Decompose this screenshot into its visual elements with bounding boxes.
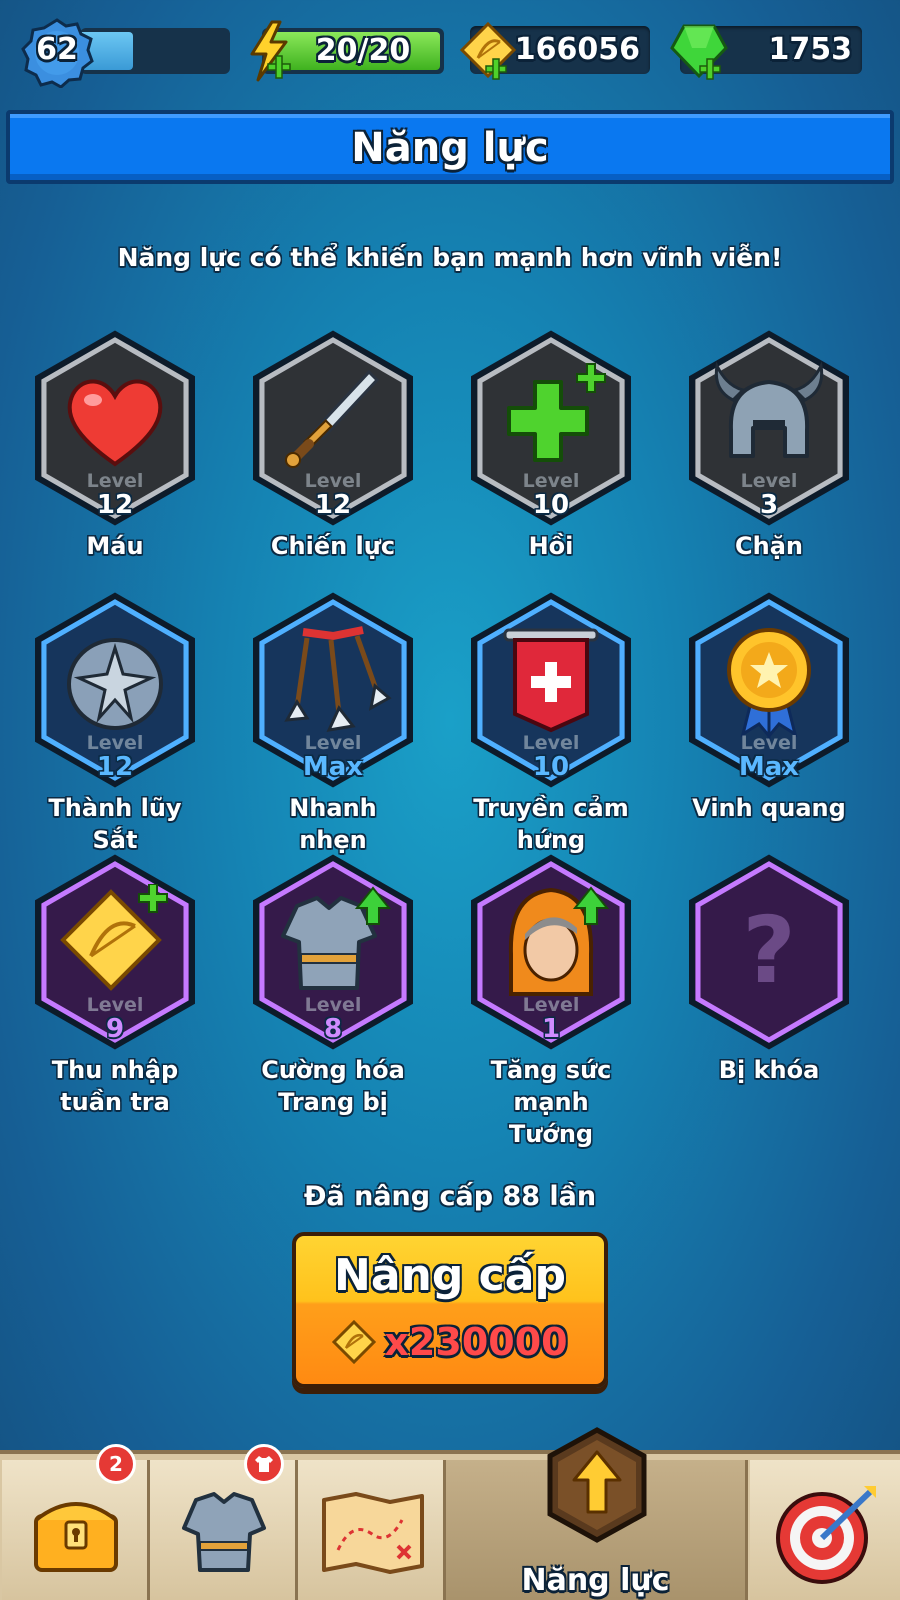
talent-level-value: 12 <box>96 752 134 782</box>
target-arrow-icon <box>776 1486 876 1584</box>
page-header: Năng lực <box>6 110 894 184</box>
talent-name: Hồi <box>528 532 574 560</box>
nav-talents-label: Năng lực <box>521 1563 670 1598</box>
gem-value: 1753 <box>768 32 853 67</box>
talent-level-label: Level <box>522 994 580 1016</box>
spiked-shield-icon <box>67 638 163 730</box>
talent-level-value: 8 <box>323 1014 343 1044</box>
talent-level-label: Level <box>304 732 362 754</box>
upgrade-cost: x230000 <box>296 1320 604 1373</box>
xp-progress-bar <box>80 28 230 74</box>
heart-icon <box>67 379 163 467</box>
gold-bow-coin-plus-icon[interactable] <box>458 20 518 82</box>
up-arrow-icon <box>547 1427 647 1543</box>
talent-level-label: Level <box>86 732 144 754</box>
talent-name: Chặn <box>735 532 803 560</box>
upgrade-button[interactable]: Nâng cấp x230000 <box>292 1232 608 1388</box>
talent-level-label: Level <box>86 994 144 1016</box>
chest-notification-badge: 2 <box>96 1444 136 1484</box>
page-subtitle: Năng lực có thể khiến bạn mạnh hơn vĩnh … <box>117 243 783 272</box>
talent-name: Chiến lực <box>270 532 396 560</box>
upgrade-count-text: Đã nâng cấp 88 lần <box>303 1181 597 1212</box>
talent-name: Máu <box>86 532 144 560</box>
player-level-value: 62 <box>36 32 78 67</box>
talent-item[interactable]: Level 10 Hồi <box>456 330 646 590</box>
three-arrows-icon <box>284 626 392 732</box>
talent-item[interactable]: Level 12 Chiến lực <box>238 330 428 590</box>
gold-coin-plus-icon <box>60 884 168 991</box>
gold-value: 166056 <box>514 32 640 67</box>
green-cross-plus-icon <box>507 363 606 462</box>
talent-item[interactable]: Level Max Vinh quang <box>674 592 864 852</box>
lightning-plus-icon[interactable] <box>246 20 292 82</box>
talent-name: Bị khóa <box>718 1056 820 1084</box>
nav-map[interactable] <box>298 1460 446 1600</box>
talent-level-value: 10 <box>532 490 570 520</box>
top-bar: 62 20/20 166056 1753 <box>0 18 900 89</box>
energy-value: 20/20 <box>315 33 411 68</box>
talent-level-label: Level <box>740 732 798 754</box>
talent-level-label: Level <box>86 470 144 492</box>
talent-level-value: 12 <box>96 490 134 520</box>
shirt-badge-icon <box>244 1444 284 1484</box>
upgrade-cost-value: x230000 <box>384 1320 568 1364</box>
nav-equipment[interactable] <box>150 1444 298 1600</box>
gold-coin-icon <box>332 1320 377 1364</box>
talent-name: Nhanh nhẹn <box>289 794 377 854</box>
talent-level-label: Level <box>304 470 362 492</box>
talent-name: Cường hóa Trang bị <box>261 1056 405 1116</box>
armor-icon <box>182 1492 266 1572</box>
talent-name: Thu nhập tuần tra <box>51 1056 179 1116</box>
player-level-badge[interactable]: 62 <box>20 18 94 89</box>
talent-name: Vinh quang <box>692 794 846 822</box>
hooded-hero-upgrade-icon <box>508 886 610 996</box>
talent-level-label: Level <box>522 732 580 754</box>
question-mark-icon: ? <box>742 897 795 1004</box>
talent-level-label: Level <box>304 994 362 1016</box>
talent-item[interactable]: Level 10 Truyền cảm hứng <box>456 592 646 854</box>
talent-item[interactable]: Level 1 Tăng sức mạnh Tướng <box>456 854 646 1148</box>
talent-item[interactable]: Level 9 Thu nhập tuần tra <box>20 854 210 1116</box>
page-title: Năng lực <box>351 125 549 171</box>
armor-upgrade-icon <box>281 886 392 990</box>
nav-chest[interactable]: 2 <box>2 1444 150 1600</box>
talent-level-value: 1 <box>541 1014 561 1044</box>
talent-name: Thành lũy Sắt <box>48 794 182 854</box>
talent-level-value: Max <box>302 752 364 782</box>
sword-icon <box>285 369 380 468</box>
treasure-map-icon <box>322 1492 424 1574</box>
talent-item[interactable]: Level 8 Cường hóa Trang bị <box>238 854 428 1116</box>
green-gem-plus-icon[interactable] <box>668 20 730 82</box>
talent-item[interactable]: Level 3 Chặn <box>674 330 864 590</box>
talent-level-label: Level <box>740 470 798 492</box>
talent-level-value: 12 <box>314 490 352 520</box>
talent-level-value: 10 <box>532 752 570 782</box>
svg-text:?: ? <box>742 897 795 1004</box>
gold-medal-icon <box>727 628 811 741</box>
bottom-nav: 2 Năng lực <box>0 1427 900 1600</box>
talent-level-label: Level <box>522 470 580 492</box>
nav-battle[interactable] <box>750 1460 900 1600</box>
talent-name: Truyền cảm hứng <box>473 794 629 854</box>
talent-level-value: Max <box>738 752 800 782</box>
talent-item[interactable]: ? Bị khóa <box>674 854 864 1114</box>
horned-helmet-icon <box>714 361 824 458</box>
talent-item[interactable]: Level Max Nhanh nhẹn <box>238 592 428 854</box>
talent-name: Tăng sức mạnh Tướng <box>490 1056 612 1148</box>
nav-talents[interactable]: Năng lực <box>446 1427 748 1600</box>
red-banner-icon <box>503 628 599 733</box>
talent-level-value: 3 <box>759 490 779 520</box>
upgrade-button-label: Nâng cấp <box>334 1250 566 1301</box>
talent-item[interactable]: Level 12 Thành lũy Sắt <box>20 592 210 854</box>
treasure-chest-icon <box>34 1502 118 1572</box>
talent-level-value: 9 <box>105 1014 125 1044</box>
talent-item[interactable]: Level 12 Máu <box>20 330 210 590</box>
